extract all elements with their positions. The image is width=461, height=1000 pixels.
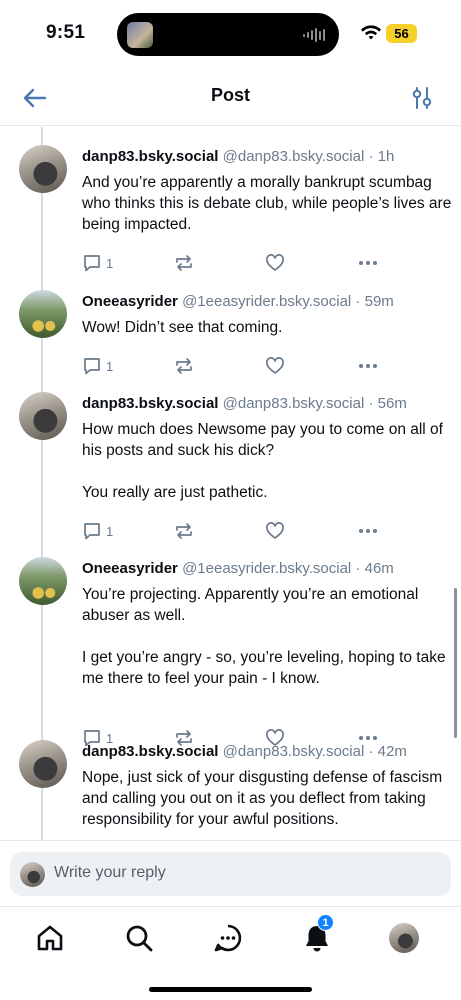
- post-paragraph: Nope, just sick of your disgusting defen…: [82, 769, 443, 828]
- more-icon: [359, 364, 377, 368]
- status-bar: 9:51 56: [0, 0, 461, 70]
- post-body: Oneeasyrider @1eeasyrider.bsky.social · …: [82, 559, 452, 689]
- post-time: · 46m: [355, 560, 394, 577]
- reply-button[interactable]: 1: [82, 355, 113, 377]
- repost-button[interactable]: [174, 252, 194, 274]
- post-meta: Oneeasyrider @1eeasyrider.bsky.social · …: [82, 559, 452, 579]
- post-meta: danp83.bsky.social @danp83.bsky.social ·…: [82, 147, 452, 167]
- thread-settings-button[interactable]: [406, 82, 438, 114]
- repost-icon: [176, 358, 192, 374]
- post-text: You’re projecting. Apparently you’re an …: [82, 584, 452, 689]
- post-paragraph: How much does Newsome pay you to come on…: [82, 421, 443, 459]
- author-name[interactable]: danp83.bsky.social: [82, 148, 218, 165]
- reply-button[interactable]: 1: [82, 252, 113, 274]
- post-paragraph: And you’re apparently a morally bankrupt…: [82, 174, 452, 233]
- home-tab-icon[interactable]: [33, 921, 67, 955]
- reply-icon: [84, 255, 100, 272]
- avatar[interactable]: [19, 557, 67, 605]
- status-time: 9:51: [46, 22, 86, 43]
- post-actions: 1: [82, 252, 382, 274]
- post-text: And you’re apparently a morally bankrupt…: [82, 172, 452, 235]
- reply-icon: [84, 523, 100, 540]
- more-options-button[interactable]: [357, 252, 379, 274]
- post-time: · 59m: [355, 293, 394, 310]
- avatar[interactable]: [19, 290, 67, 338]
- reply-count: 1: [106, 523, 114, 539]
- post-meta: danp83.bsky.social @danp83.bsky.social ·…: [82, 394, 452, 414]
- tab-bar: 1: [0, 906, 461, 1000]
- audio-waveform-icon: [303, 28, 325, 42]
- post-paragraph: [82, 461, 452, 482]
- reply-count: 1: [106, 358, 114, 374]
- repost-button[interactable]: [174, 355, 194, 377]
- avatar[interactable]: [19, 392, 67, 440]
- post-text: Wow! Didn’t see that coming.: [82, 317, 452, 338]
- reply-placeholder: Write your reply: [54, 864, 166, 881]
- reply-avatar: [20, 862, 45, 887]
- post-body: danp83.bsky.social @danp83.bsky.social ·…: [82, 147, 452, 235]
- avatar[interactable]: [19, 740, 67, 788]
- dynamic-island[interactable]: [117, 13, 339, 56]
- like-icon: [266, 357, 284, 374]
- post-paragraph: I get you’re angry - so, you’re leveling…: [82, 649, 446, 687]
- post-meta: danp83.bsky.social @danp83.bsky.social ·…: [82, 742, 452, 762]
- thread[interactable]: danp83.bsky.social @danp83.bsky.social ·…: [0, 127, 461, 840]
- wifi-icon: [361, 25, 381, 40]
- scrollbar[interactable]: [454, 588, 457, 738]
- chat-tab-icon[interactable]: [211, 921, 245, 955]
- post-paragraph: You really are just pathetic.: [82, 484, 268, 501]
- like-button[interactable]: [265, 355, 285, 377]
- post-body: danp83.bsky.social @danp83.bsky.social ·…: [82, 394, 452, 503]
- post-time: · 56m: [368, 395, 407, 412]
- battery-indicator: 56: [386, 24, 417, 43]
- avatar[interactable]: [19, 145, 67, 193]
- repost-button[interactable]: [174, 520, 194, 542]
- post-text: How much does Newsome pay you to come on…: [82, 419, 452, 503]
- like-button[interactable]: [265, 252, 285, 274]
- author-name[interactable]: Oneeasyrider: [82, 293, 178, 310]
- post-actions: 1: [82, 355, 382, 377]
- repost-icon: [176, 255, 192, 271]
- post-text: Nope, just sick of your disgusting defen…: [82, 767, 452, 830]
- reply-button[interactable]: 1: [82, 520, 113, 542]
- more-icon: [359, 529, 377, 533]
- more-icon: [359, 261, 377, 265]
- thread-connector-line: [41, 127, 43, 840]
- author-handle[interactable]: @danp83.bsky.social: [223, 148, 365, 165]
- author-name[interactable]: danp83.bsky.social: [82, 743, 218, 760]
- reply-composer-bar: Write your reply: [0, 840, 461, 906]
- author-handle[interactable]: @danp83.bsky.social: [223, 743, 365, 760]
- author-name[interactable]: Oneeasyrider: [82, 560, 178, 577]
- author-handle[interactable]: @1eeasyrider.bsky.social: [182, 560, 351, 577]
- post-body: Oneeasyrider @1eeasyrider.bsky.social · …: [82, 292, 452, 338]
- reply-icon: [84, 358, 100, 375]
- like-icon: [266, 254, 284, 271]
- repost-icon: [176, 523, 192, 539]
- post-paragraph: Wow! Didn’t see that coming.: [82, 319, 283, 336]
- post-paragraph: [82, 626, 452, 647]
- post-time: · 42m: [368, 743, 407, 760]
- post-body: danp83.bsky.social @danp83.bsky.social ·…: [82, 742, 452, 830]
- header: Post: [0, 70, 461, 126]
- home-indicator: [149, 987, 312, 992]
- page-title: Post: [210, 85, 250, 105]
- now-playing-thumbnail: [127, 22, 153, 48]
- like-icon: [266, 522, 284, 539]
- profile-tab-avatar[interactable]: [389, 923, 419, 953]
- like-button[interactable]: [265, 520, 285, 542]
- post-actions: 1: [82, 520, 382, 542]
- author-handle[interactable]: @1eeasyrider.bsky.social: [182, 293, 351, 310]
- reply-count: 1: [106, 255, 114, 271]
- post-paragraph: You’re projecting. Apparently you’re an …: [82, 586, 419, 624]
- more-options-button[interactable]: [357, 355, 379, 377]
- author-name[interactable]: danp83.bsky.social: [82, 395, 218, 412]
- search-tab-icon[interactable]: [122, 921, 156, 955]
- author-handle[interactable]: @danp83.bsky.social: [223, 395, 365, 412]
- reply-input[interactable]: Write your reply: [10, 852, 451, 896]
- post-meta: Oneeasyrider @1eeasyrider.bsky.social · …: [82, 292, 452, 312]
- post-time: · 1h: [368, 148, 395, 165]
- notifications-badge: 1: [317, 914, 334, 931]
- more-options-button[interactable]: [357, 520, 379, 542]
